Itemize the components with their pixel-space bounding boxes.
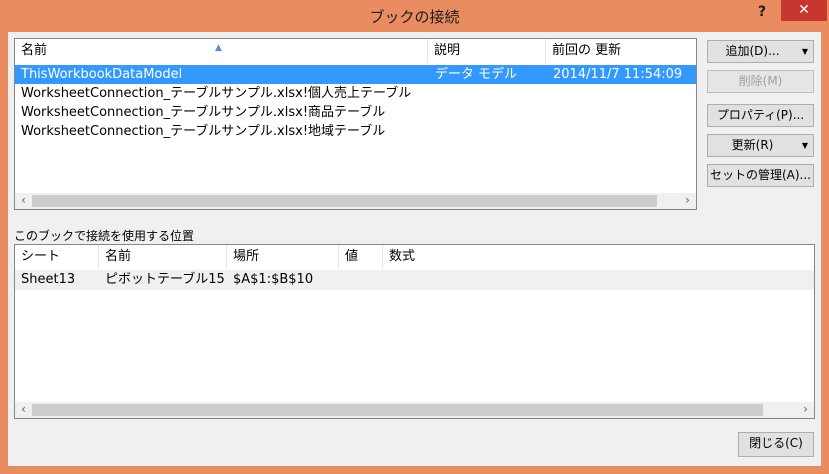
dropdown-arrow-icon[interactable]: ▼ xyxy=(797,135,813,156)
connection-name: WorksheetConnection_テーブルサンプル.xlsx!地域テーブル xyxy=(21,124,386,139)
sort-ascending-icon: ▲ xyxy=(215,43,222,53)
usage-list[interactable]: シート 名前 場所 値 数式 Sheet13 ピボットテーブル15 $A$1:$… xyxy=(14,244,815,419)
scroll-left-icon[interactable]: ‹ xyxy=(15,402,32,418)
usage-section-label: このブックで接続を使用する位置 xyxy=(14,229,195,243)
connection-row[interactable]: WorksheetConnection_テーブルサンプル.xlsx!個人売上テー… xyxy=(15,84,696,103)
column-header-sheet[interactable]: シート xyxy=(15,245,99,269)
usage-sheet: Sheet13 xyxy=(21,272,76,287)
manage-sets-button[interactable]: セットの管理(A)... xyxy=(707,164,814,187)
usage-name: ピボットテーブル15 xyxy=(105,272,225,287)
connections-header: 名前 ▲ 説明 前回の 更新 xyxy=(15,39,696,63)
delete-button[interactable]: 削除(M) xyxy=(707,70,814,93)
scrollbar-thumb[interactable] xyxy=(32,404,763,416)
column-header-last-refresh[interactable]: 前回の 更新 xyxy=(546,39,696,63)
column-header-label: 名前 xyxy=(21,43,48,58)
scroll-right-icon[interactable]: › xyxy=(797,402,814,418)
help-icon[interactable]: ? xyxy=(744,2,780,24)
refresh-button-label: 更新(R) xyxy=(731,138,774,152)
connections-horizontal-scrollbar[interactable]: ‹ › xyxy=(15,193,696,209)
column-header-description[interactable]: 説明 xyxy=(428,39,546,63)
add-button[interactable]: 追加(D)... ▼ xyxy=(707,40,814,63)
close-icon[interactable]: ✕ xyxy=(781,0,827,21)
column-header-value[interactable]: 値 xyxy=(339,245,383,269)
column-header-name[interactable]: 名前 xyxy=(99,245,227,269)
scrollbar-thumb[interactable] xyxy=(32,195,657,207)
properties-button[interactable]: プロパティ(P)... xyxy=(707,104,814,127)
connection-row[interactable]: ThisWorkbookDataModel データ モデル 2014/11/7 … xyxy=(15,65,696,84)
connection-name: WorksheetConnection_テーブルサンプル.xlsx!商品テーブル xyxy=(21,105,386,120)
usage-row[interactable]: Sheet13 ピボットテーブル15 $A$1:$B$10 xyxy=(15,270,814,290)
refresh-button[interactable]: 更新(R) ▼ xyxy=(707,134,814,157)
column-header-formula[interactable]: 数式 xyxy=(383,245,814,269)
scroll-left-icon[interactable]: ‹ xyxy=(15,193,32,209)
connection-row[interactable]: WorksheetConnection_テーブルサンプル.xlsx!地域テーブル xyxy=(15,122,696,141)
title-bar[interactable]: ブックの接続 ? ✕ xyxy=(0,0,829,32)
column-header-name[interactable]: 名前 ▲ xyxy=(15,39,428,63)
connection-last-refresh: 2014/11/7 11:54:09 xyxy=(553,67,683,82)
dialog-body: 名前 ▲ 説明 前回の 更新 ThisWorkbookDataModel データ… xyxy=(8,32,821,466)
scroll-right-icon[interactable]: › xyxy=(679,193,696,209)
dialog-title: ブックの接続 xyxy=(369,8,460,26)
dialog-window: ブックの接続 ? ✕ 名前 ▲ 説明 前回の 更新 ThisWorkbookDa… xyxy=(0,0,829,474)
usage-header: シート 名前 場所 値 数式 xyxy=(15,245,814,269)
add-button-label: 追加(D)... xyxy=(725,44,780,58)
connections-list[interactable]: 名前 ▲ 説明 前回の 更新 ThisWorkbookDataModel データ… xyxy=(14,38,697,210)
connection-description: データ モデル xyxy=(435,67,518,82)
connection-name: ThisWorkbookDataModel xyxy=(21,67,183,82)
connection-row[interactable]: WorksheetConnection_テーブルサンプル.xlsx!商品テーブル xyxy=(15,103,696,122)
connection-name: WorksheetConnection_テーブルサンプル.xlsx!個人売上テー… xyxy=(21,86,412,101)
dropdown-arrow-icon[interactable]: ▼ xyxy=(797,41,813,62)
usage-location: $A$1:$B$10 xyxy=(233,272,314,287)
usage-horizontal-scrollbar[interactable]: ‹ › xyxy=(15,402,814,418)
column-header-location[interactable]: 場所 xyxy=(227,245,339,269)
close-button[interactable]: 閉じる(C) xyxy=(738,432,814,457)
